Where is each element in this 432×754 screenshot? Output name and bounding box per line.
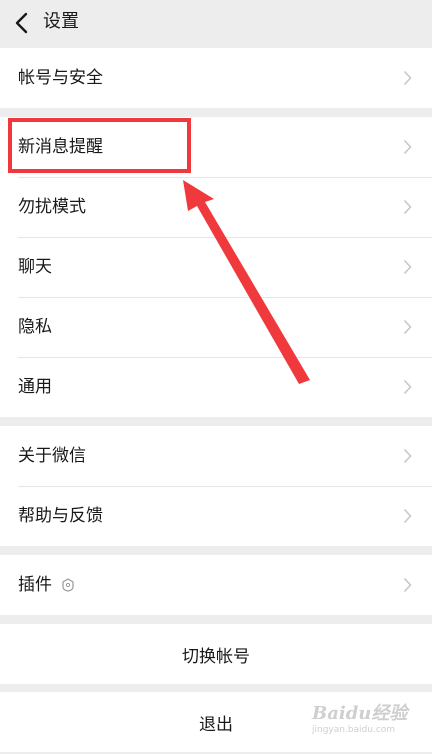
settings-item-label: 勿扰模式: [18, 197, 86, 217]
chevron-right-icon: [403, 508, 412, 524]
back-arrow-icon[interactable]: [12, 9, 34, 37]
chevron-right-icon: [403, 70, 412, 86]
settings-item-label: 插件: [18, 575, 52, 595]
settings-item-privacy[interactable]: 隐私: [0, 297, 432, 357]
settings-item-label: 隐私: [18, 317, 52, 337]
settings-item-general[interactable]: 通用: [0, 357, 432, 417]
settings-item-about-wechat[interactable]: 关于微信: [0, 426, 432, 486]
settings-item-chat[interactable]: 聊天: [0, 237, 432, 297]
chevron-right-icon: [403, 139, 412, 155]
settings-item-label: 帐号与安全: [18, 68, 103, 88]
settings-item-do-not-disturb[interactable]: 勿扰模式: [0, 177, 432, 237]
title-bar: 设置: [0, 0, 432, 46]
switch-account-group: 切换帐号: [0, 624, 432, 684]
watermark-brand: Baidu经验: [312, 703, 408, 724]
settings-item-plugins[interactable]: 插件: [0, 555, 432, 615]
watermark-url: jingyan.baidu.com: [312, 725, 396, 735]
chevron-right-icon: [403, 379, 412, 395]
page-title: 设置: [43, 11, 79, 32]
plugins-group: 插件: [0, 555, 432, 615]
settings-item-label: 通用: [18, 377, 52, 397]
chevron-right-icon: [403, 199, 412, 215]
annotation-highlight-box: [8, 118, 191, 173]
chevron-right-icon: [403, 577, 412, 593]
settings-item-label: 帮助与反馈: [18, 506, 103, 526]
about-group: 关于微信 帮助与反馈: [0, 426, 432, 546]
baidu-watermark: Baidu经验 jingyan.baidu.com: [312, 703, 424, 746]
settings-item-label: 聊天: [18, 257, 52, 277]
plugin-badge-icon: [62, 578, 74, 592]
settings-item-account-security[interactable]: 帐号与安全: [0, 48, 432, 108]
chevron-right-icon: [403, 448, 412, 464]
account-group: 帐号与安全: [0, 48, 432, 108]
settings-item-label: 关于微信: [18, 446, 86, 466]
chevron-right-icon: [403, 319, 412, 335]
settings-item-help-feedback[interactable]: 帮助与反馈: [0, 486, 432, 546]
chevron-right-icon: [403, 259, 412, 275]
switch-account-button[interactable]: 切换帐号: [0, 624, 432, 684]
